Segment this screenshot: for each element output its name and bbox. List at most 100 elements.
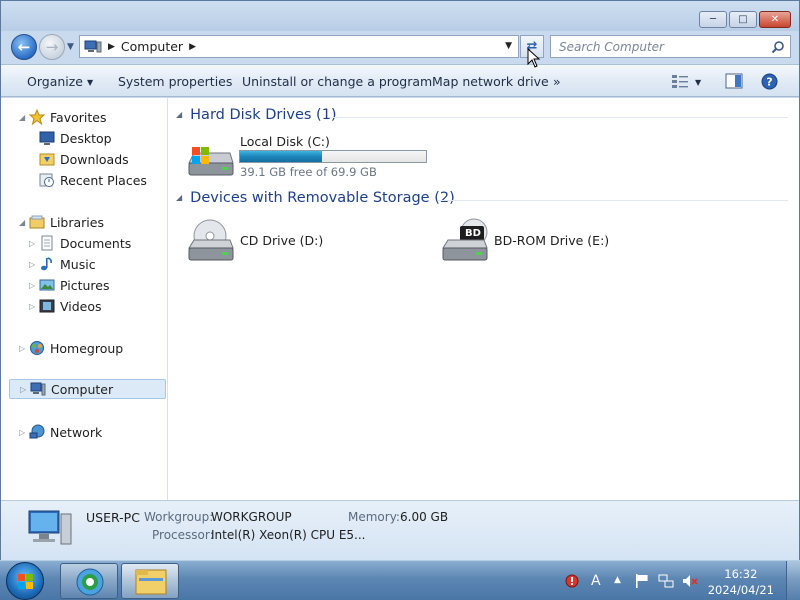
- back-arrow-icon: ←: [17, 38, 31, 56]
- taskbar-explorer-button[interactable]: [121, 563, 179, 599]
- drive-free-space: 39.1 GB free of 69.9 GB: [240, 165, 377, 179]
- group-header-removable-storage[interactable]: ◢ Devices with Removable Storage (2): [176, 190, 455, 206]
- folder-icon: [135, 569, 167, 595]
- group-divider: [438, 200, 788, 201]
- taskbar-browser-button[interactable]: [60, 563, 118, 599]
- collapsed-triangle-icon[interactable]: ▷: [20, 385, 26, 394]
- organize-menu[interactable]: Organize ▼: [27, 74, 93, 89]
- content-pane: ◢ Hard Disk Drives (1) Local Disk (C:) 39…: [168, 98, 799, 500]
- chevron-down-icon: ▼: [87, 78, 94, 87]
- sidebar-item-desktop[interactable]: Desktop: [1, 128, 167, 148]
- documents-icon: [41, 235, 53, 251]
- processor-value: Intel(R) Xeon(R) CPU E5...: [211, 528, 366, 542]
- bd-rom-drive-icon: [442, 218, 488, 261]
- taskbar: A ▲ 16:32 2024/04/21: [0, 560, 800, 600]
- workgroup-value: WORKGROUP: [211, 510, 292, 524]
- navigation-row: ← → ▼ ▶ Computer ▶ ▼ ⇄ Search Computer: [1, 31, 799, 63]
- collapsed-triangle-icon[interactable]: ▷: [29, 260, 35, 269]
- change-view-icon[interactable]: [671, 73, 689, 89]
- videos-icon: [39, 299, 55, 313]
- title-bar[interactable]: ─ □ ✕: [1, 1, 799, 31]
- breadcrumb-computer[interactable]: Computer: [121, 39, 183, 54]
- back-button[interactable]: ←: [11, 34, 37, 60]
- system-properties-button[interactable]: System properties: [118, 74, 232, 89]
- memory-value: 6.00 GB: [400, 510, 449, 524]
- collapsed-triangle-icon[interactable]: ▷: [29, 239, 35, 248]
- sidebar-item-videos[interactable]: ▷ Videos: [1, 296, 167, 316]
- sidebar-item-favorites[interactable]: ◢ Favorites: [1, 107, 167, 127]
- processor-key: Processor:: [152, 528, 214, 542]
- sidebar-item-pictures[interactable]: ▷ Pictures: [1, 275, 167, 295]
- collapsed-triangle-icon[interactable]: ▷: [29, 302, 35, 311]
- close-button[interactable]: ✕: [759, 11, 791, 28]
- collapsed-triangle-icon[interactable]: ▷: [29, 281, 35, 290]
- address-bar[interactable]: ▶ Computer ▶ ▼: [79, 35, 519, 58]
- search-icon: [771, 41, 784, 54]
- minimize-button[interactable]: ─: [699, 11, 727, 28]
- uninstall-program-button[interactable]: Uninstall or change a program: [242, 74, 432, 89]
- network-status-icon[interactable]: [658, 573, 674, 589]
- sidebar-item-documents[interactable]: ▷ Documents: [1, 233, 167, 253]
- sidebar-item-label: Network: [50, 424, 103, 440]
- minimize-icon: ─: [709, 13, 717, 25]
- view-options-dropdown[interactable]: ▼: [695, 78, 701, 87]
- expanded-triangle-icon[interactable]: ◢: [19, 113, 25, 122]
- search-input[interactable]: Search Computer: [550, 35, 791, 58]
- recent-pages-dropdown[interactable]: ▼: [67, 42, 74, 52]
- sidebar-item-libraries[interactable]: ◢ Libraries: [1, 212, 167, 232]
- start-button[interactable]: [6, 562, 44, 600]
- computer-name: USER-PC: [86, 510, 140, 525]
- expanded-triangle-icon[interactable]: ◢: [19, 218, 25, 227]
- group-header-hard-disk-drives[interactable]: ◢ Hard Disk Drives (1): [176, 107, 337, 123]
- sidebar-item-homegroup[interactable]: ▷ Homegroup: [1, 338, 167, 358]
- clock[interactable]: 16:32 2024/04/21: [708, 566, 774, 598]
- breadcrumb-separator[interactable]: ▶: [108, 42, 115, 52]
- mouse-cursor-icon: [527, 48, 541, 68]
- preview-pane-icon[interactable]: [725, 73, 743, 89]
- sidebar-item-downloads[interactable]: Downloads: [1, 149, 167, 169]
- memory-key: Memory:: [348, 510, 400, 524]
- computer-icon: [84, 40, 102, 52]
- map-network-drive-button[interactable]: Map network drive: [432, 74, 549, 89]
- sidebar-item-network[interactable]: ▷ Network: [1, 422, 167, 442]
- forward-button[interactable]: →: [39, 34, 65, 60]
- sidebar-item-label: Downloads: [60, 151, 129, 167]
- libraries-icon: [29, 215, 45, 229]
- security-alert-icon[interactable]: [564, 573, 580, 589]
- more-commands-button[interactable]: »: [553, 74, 561, 89]
- show-hidden-icons-button[interactable]: ▲: [614, 575, 630, 591]
- group-header-label: Devices with Removable Storage (2): [190, 190, 455, 206]
- volume-muted-icon[interactable]: [682, 573, 698, 589]
- sidebar-item-label: Homegroup: [50, 340, 124, 356]
- clock-date: 2024/04/21: [707, 583, 774, 597]
- action-center-flag-icon[interactable]: [634, 573, 650, 589]
- show-desktop-button[interactable]: [786, 561, 800, 600]
- command-bar: Organize ▼ System properties Uninstall or…: [1, 64, 799, 97]
- language-indicator[interactable]: A: [591, 573, 607, 589]
- forward-arrow-icon: →: [45, 38, 59, 56]
- sidebar-item-label: Documents: [60, 235, 132, 251]
- close-icon: ✕: [770, 13, 780, 25]
- drive-label: Local Disk (C:): [240, 134, 330, 149]
- sidebar-item-label: Recent Places: [60, 172, 147, 188]
- expanded-triangle-icon: ◢: [176, 110, 183, 119]
- capacity-bar: [239, 150, 427, 163]
- collapsed-triangle-icon[interactable]: ▷: [19, 344, 25, 353]
- downloads-folder-icon: [39, 153, 55, 166]
- sidebar-item-label: Favorites: [50, 109, 107, 125]
- maximize-icon: □: [738, 13, 748, 25]
- help-icon[interactable]: ?: [761, 73, 778, 90]
- pictures-icon: [39, 279, 55, 291]
- group-divider: [328, 117, 788, 118]
- breadcrumb-separator[interactable]: ▶: [189, 42, 196, 52]
- maximize-button[interactable]: □: [729, 11, 757, 28]
- sidebar-item-label: Videos: [60, 298, 102, 314]
- address-dropdown[interactable]: ▼: [505, 41, 512, 51]
- sidebar-item-computer[interactable]: ▷ Computer: [9, 379, 166, 399]
- collapsed-triangle-icon[interactable]: ▷: [19, 428, 25, 437]
- sidebar-item-recent-places[interactable]: Recent Places: [1, 170, 167, 190]
- svg-text:?: ?: [766, 76, 772, 89]
- sidebar-item-label: Computer: [51, 381, 114, 397]
- sidebar-item-music[interactable]: ▷ Music: [1, 254, 167, 274]
- explorer-window: ─ □ ✕ ← → ▼ ▶ Computer ▶ ▼ ⇄ Search Comp…: [0, 0, 800, 560]
